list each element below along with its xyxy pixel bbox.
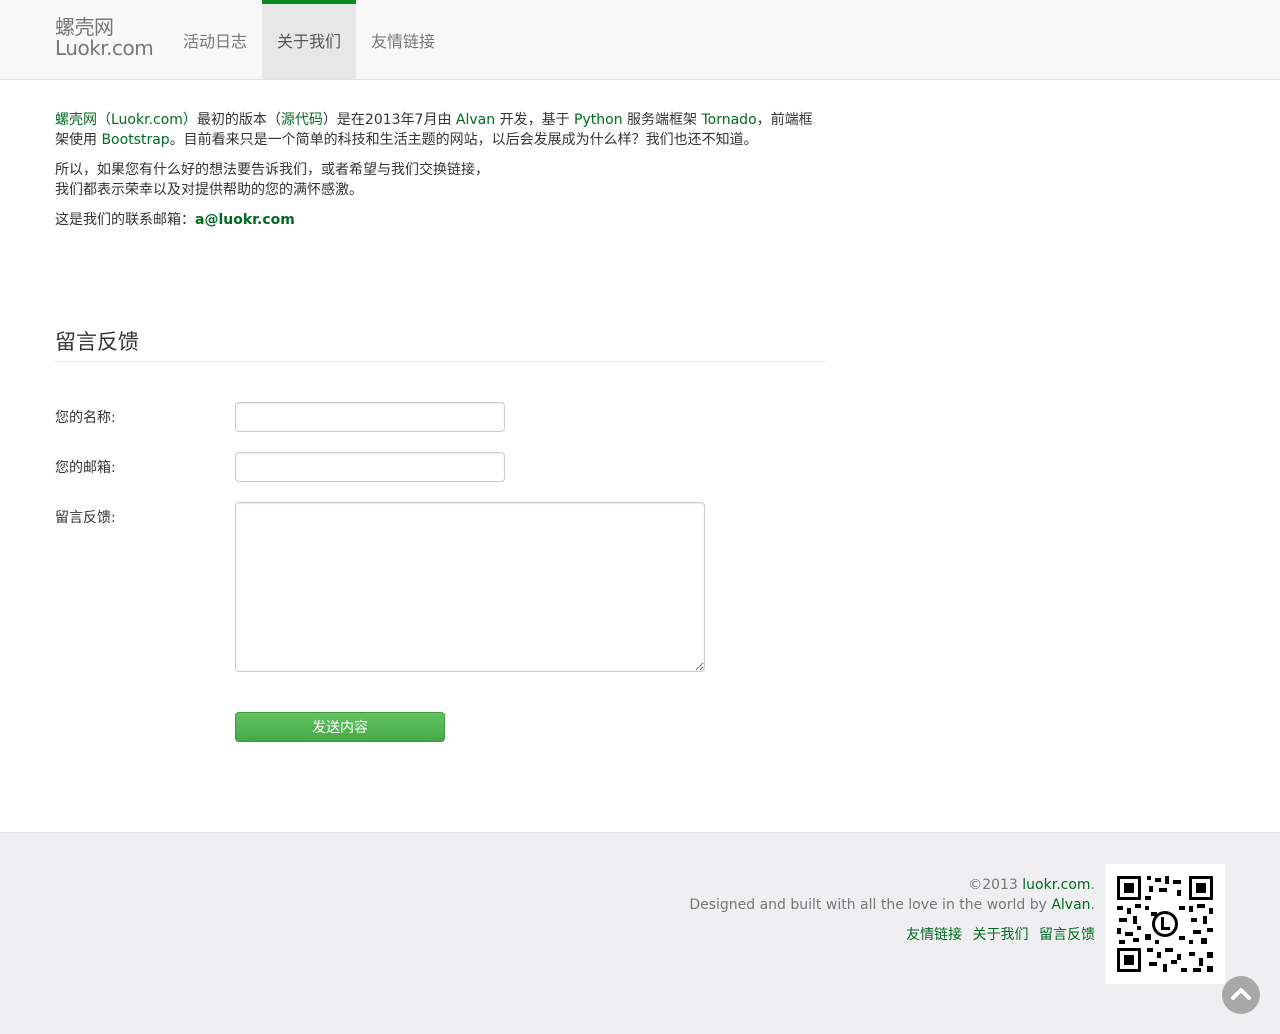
author-link[interactable]: Alvan: [456, 112, 495, 128]
brand-name-cn: 螺壳网: [55, 15, 114, 39]
about-paragraph-intro: 螺壳网（Luokr.com）最初的版本（源代码）是在2013年7月由 Alvan…: [55, 110, 825, 150]
footer-credit: Designed and built with all the love in …: [689, 895, 1095, 915]
message-label: 留言反馈:: [55, 510, 116, 526]
copyright-prefix: ©2013: [968, 877, 1023, 893]
email-input[interactable]: [235, 452, 505, 482]
bootstrap-link[interactable]: Bootstrap: [101, 132, 169, 148]
about-paragraph-contact-invite: 所以，如果您有什么好的想法要告诉我们，或者希望与我们交换链接， 我们都表示荣幸以及…: [55, 160, 825, 200]
message-textarea[interactable]: [235, 502, 705, 672]
nav-item-friend-links[interactable]: 友情链接: [356, 0, 450, 79]
footer-author-link[interactable]: Alvan: [1051, 897, 1090, 913]
navbar: 螺壳网 Luokr.com 活动日志 关于我们 友情链接: [0, 0, 1280, 80]
about-paragraph-email: 这是我们的联系邮箱：a@luokr.com: [55, 210, 825, 230]
footer: ©2013 luokr.com. Designed and built with…: [0, 832, 1280, 1034]
source-code-link[interactable]: 源代码: [281, 112, 323, 128]
intro-text-6: 。目前看来只是一个简单的科技和生活主题的网站，以后会发展成为什么样？我们也还不知…: [169, 132, 758, 148]
feedback-section-title: 留言反馈: [55, 326, 825, 362]
python-link[interactable]: Python: [574, 112, 623, 128]
about-content: 螺壳网（Luokr.com）最初的版本（源代码）是在2013年7月由 Alvan…: [55, 110, 825, 240]
intro-text-2: ）是在2013年7月由: [322, 112, 456, 128]
tornado-link[interactable]: Tornado: [701, 112, 756, 128]
footer-link-friend-links[interactable]: 友情链接: [906, 927, 962, 943]
nav-item-about-us[interactable]: 关于我们: [262, 0, 357, 79]
credit-prefix: Designed and built with all the love in …: [689, 897, 1052, 913]
invite-line-2: 我们都表示荣幸以及对提供帮助的您的满怀感激。: [55, 182, 363, 198]
qr-code-graphic: [1117, 876, 1213, 972]
back-to-top-button[interactable]: [1222, 976, 1260, 1014]
footer-site-link[interactable]: luokr.com: [1022, 877, 1090, 893]
main-nav: 活动日志 关于我们 友情链接: [168, 0, 450, 79]
send-button[interactable]: 发送内容: [235, 712, 445, 742]
brand-logo[interactable]: 螺壳网 Luokr.com: [55, 15, 154, 60]
footer-link-about-us[interactable]: 关于我们: [973, 927, 1029, 943]
chevron-up-icon: [1231, 988, 1251, 1000]
intro-text-4: 服务端框架: [622, 112, 702, 128]
email-label-form: 您的邮箱:: [55, 460, 116, 476]
name-input[interactable]: [235, 402, 505, 432]
copyright-suffix: .: [1090, 877, 1095, 893]
intro-text-1: 最初的版本（: [196, 112, 281, 128]
contact-email-link[interactable]: a@luokr.com: [195, 212, 295, 228]
footer-copyright: ©2013 luokr.com.: [689, 875, 1095, 895]
nav-item-activity-log[interactable]: 活动日志: [168, 0, 262, 79]
footer-text: ©2013 luokr.com. Designed and built with…: [689, 875, 1095, 945]
brand-name-en: Luokr.com: [55, 36, 154, 60]
intro-text-3: 开发，基于: [495, 112, 575, 128]
qr-code-icon: [1105, 864, 1225, 984]
invite-line-1: 所以，如果您有什么好的想法要告诉我们，或者希望与我们交换链接，: [55, 162, 489, 178]
credit-suffix: .: [1090, 897, 1095, 913]
email-label: 这是我们的联系邮箱：: [55, 212, 195, 228]
site-link[interactable]: 螺壳网（Luokr.com）: [55, 112, 197, 128]
name-label: 您的名称:: [55, 410, 116, 426]
footer-links: 友情链接 关于我们 留言反馈: [689, 925, 1095, 945]
footer-link-feedback[interactable]: 留言反馈: [1039, 927, 1095, 943]
